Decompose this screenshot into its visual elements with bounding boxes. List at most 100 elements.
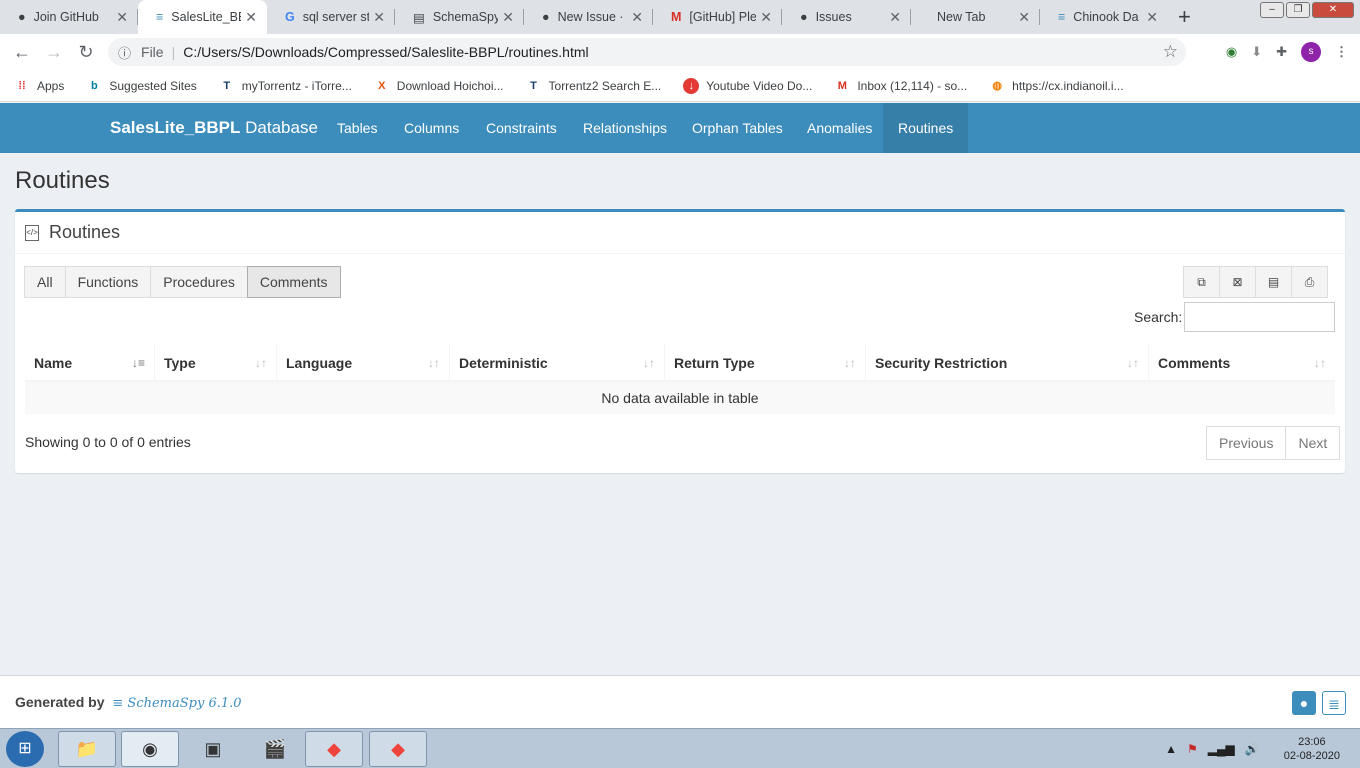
nav-tables[interactable]: Tables <box>322 103 392 153</box>
empty-table-message: No data available in table <box>25 382 1335 414</box>
column-header-security-restriction[interactable]: Security Restriction ↓↑ <box>866 344 1149 382</box>
browser-tab[interactable]: ● Issues ✕ <box>782 0 911 34</box>
address-url[interactable]: C:/Users/S/Downloads/Compressed/Saleslit… <box>183 44 588 60</box>
browser-tab[interactable]: ▤ SchemaSpy ✕ <box>395 0 524 34</box>
network-icon[interactable]: ▂▄▆ <box>1208 742 1235 756</box>
excel-export-icon[interactable]: ⊠ <box>1219 266 1256 298</box>
bookmark-indianoil[interactable]: ◍ https://cx.indianoil.i... <box>989 78 1123 94</box>
browser-tab-active[interactable]: ≡ SalesLite_BB ✕ <box>138 0 267 34</box>
bookmark-mytorrentz[interactable]: TmyTorrentz - iTorre... <box>219 78 351 94</box>
bookmark-hoichoi[interactable]: X Download Hoichoi... <box>374 78 503 94</box>
next-button[interactable]: Next <box>1285 426 1341 460</box>
close-icon[interactable]: ✕ <box>502 9 514 26</box>
bookmark-suggested-sites[interactable]: b Suggested Sites <box>86 78 197 94</box>
close-icon[interactable]: ✕ <box>889 9 901 26</box>
filter-procedures-button[interactable]: Procedures <box>150 266 248 298</box>
nav-relationships[interactable]: Relationships <box>568 103 682 153</box>
chrome-taskbar-icon[interactable]: ◉ <box>121 731 179 767</box>
github-icon: ● <box>18 10 26 24</box>
tab-title: Issues <box>815 10 852 24</box>
github-icon: ● <box>800 10 808 24</box>
tab-title: [GitHub] Ple <box>689 10 757 24</box>
bookmark-torrentz2[interactable]: T Torrentz2 Search E... <box>526 78 661 94</box>
clock[interactable]: 23:06 02-08-2020 <box>1284 735 1340 763</box>
close-icon[interactable]: ✕ <box>1018 9 1030 26</box>
bookmark-youtube-downloader[interactable]: ↓ Youtube Video Do... <box>683 77 812 94</box>
close-icon[interactable]: ✕ <box>245 9 257 26</box>
column-header-deterministic[interactable]: Deterministic ↓↑ <box>450 344 665 382</box>
database-brand[interactable]: SalesLite_BBPL Database <box>110 118 318 138</box>
column-header-language[interactable]: Language ↓↑ <box>277 344 450 382</box>
bookmark-star-icon[interactable]: ☆ <box>1163 42 1178 62</box>
volume-icon[interactable]: 🔊 <box>1245 742 1260 756</box>
movie-maker-taskbar-icon[interactable]: 🎬 <box>246 731 304 767</box>
info-icon[interactable]: ⓘ <box>118 43 131 62</box>
torrentz-icon: T <box>530 79 537 92</box>
bookmark-inbox[interactable]: M Inbox (12,114) - so... <box>834 78 967 94</box>
previous-button[interactable]: Previous <box>1206 426 1287 460</box>
github-icon[interactable]: ● <box>1292 691 1316 715</box>
nav-routines[interactable]: Routines <box>883 103 969 153</box>
nav-anomalies[interactable]: Anomalies <box>792 103 887 153</box>
puzzle-extensions-icon[interactable]: ✚ <box>1276 44 1287 60</box>
forward-icon[interactable]: → <box>38 42 70 63</box>
close-icon[interactable]: ✕ <box>760 9 772 26</box>
sort-asc-icon: ↓≡ <box>131 356 145 370</box>
start-button[interactable]: ⊞ <box>6 731 44 767</box>
nav-orphan-tables[interactable]: Orphan Tables <box>677 103 798 153</box>
nav-columns[interactable]: Columns <box>389 103 474 153</box>
filter-comments-button[interactable]: Comments <box>246 266 341 298</box>
csv-export-icon[interactable]: ▤ <box>1255 266 1292 298</box>
browser-tab[interactable]: ● New Issue · ✕ <box>524 0 653 34</box>
pdf-export-icon[interactable]: ⎙ <box>1291 266 1328 298</box>
tab-title: New Tab <box>937 10 986 24</box>
download-extension-icon[interactable]: ⬇ <box>1251 44 1262 60</box>
routines-table: Name ↓≡ Type ↓↑ Language ↓↑ Deterministic ↓↑… <box>25 344 1335 414</box>
close-icon[interactable]: ✕ <box>631 9 643 26</box>
torrentz-icon: T <box>223 79 231 92</box>
remote-desktop-taskbar-icon[interactable]: ▣ <box>184 731 242 767</box>
search-input[interactable] <box>1184 302 1335 332</box>
routine-filter-group: All Functions Procedures Comments <box>24 266 341 298</box>
close-window-button[interactable]: ✕ <box>1312 2 1354 18</box>
profile-avatar[interactable]: s <box>1301 42 1321 62</box>
address-bar[interactable]: ⓘ File | C:/Users/S/Downloads/Compressed… <box>108 38 1186 66</box>
nav-constraints[interactable]: Constraints <box>471 103 572 153</box>
browser-tab[interactable]: ● Join GitHub ✕ <box>0 0 138 34</box>
flag-icon[interactable]: ⚑ <box>1187 742 1198 756</box>
globe-extension-icon[interactable]: ◉ <box>1226 44 1237 60</box>
column-header-name[interactable]: Name ↓≡ <box>25 344 155 382</box>
browser-tab[interactable]: M [GitHub] Ple ✕ <box>653 0 782 34</box>
close-icon[interactable]: ✕ <box>1146 9 1158 26</box>
browser-tab[interactable]: New Tab ✕ <box>911 0 1040 34</box>
menu-kebab-icon[interactable]: ⋮ <box>1335 44 1348 60</box>
close-icon[interactable]: ✕ <box>373 9 385 26</box>
anydesk-taskbar-icon[interactable]: ◆ <box>305 731 363 767</box>
bookmark-apps[interactable]: ⁞⁞ Apps <box>14 78 64 94</box>
schemaspy-link[interactable]: ≡ SchemaSpy 6.1.0 <box>112 696 241 711</box>
apps-grid-icon: ⁞⁞ <box>18 79 26 92</box>
indianoil-icon: ◍ <box>992 79 1002 92</box>
filter-functions-button[interactable]: Functions <box>64 266 152 298</box>
reload-icon[interactable]: ↻ <box>70 42 102 63</box>
browser-tab[interactable]: G sql server st ✕ <box>267 0 395 34</box>
new-tab-button[interactable]: + <box>1178 4 1191 30</box>
column-header-comments[interactable]: Comments ↓↑ <box>1149 344 1335 382</box>
gmail-icon: M <box>671 10 682 24</box>
maximize-button[interactable]: ❐ <box>1286 2 1310 18</box>
browser-tab[interactable]: ≡ Chinook Da ✕ <box>1040 0 1168 34</box>
google-icon: G <box>285 10 295 24</box>
explorer-taskbar-icon[interactable]: 📁 <box>58 731 116 767</box>
stackoverflow-icon[interactable]: ≣ <box>1322 691 1346 715</box>
back-icon[interactable]: ← <box>6 42 38 63</box>
close-icon[interactable]: ✕ <box>116 9 128 26</box>
copy-icon[interactable]: ⧉ <box>1183 266 1220 298</box>
anydesk-taskbar-icon-2[interactable]: ◆ <box>369 731 427 767</box>
sort-icon: ↓↑ <box>1314 356 1326 370</box>
pagination: Previous Next <box>1206 426 1341 460</box>
tray-expand-icon[interactable]: ▲ <box>1165 742 1177 756</box>
filter-all-button[interactable]: All <box>24 266 66 298</box>
column-header-return-type[interactable]: Return Type ↓↑ <box>665 344 866 382</box>
minimize-button[interactable]: – <box>1260 2 1284 18</box>
column-header-type[interactable]: Type ↓↑ <box>155 344 277 382</box>
